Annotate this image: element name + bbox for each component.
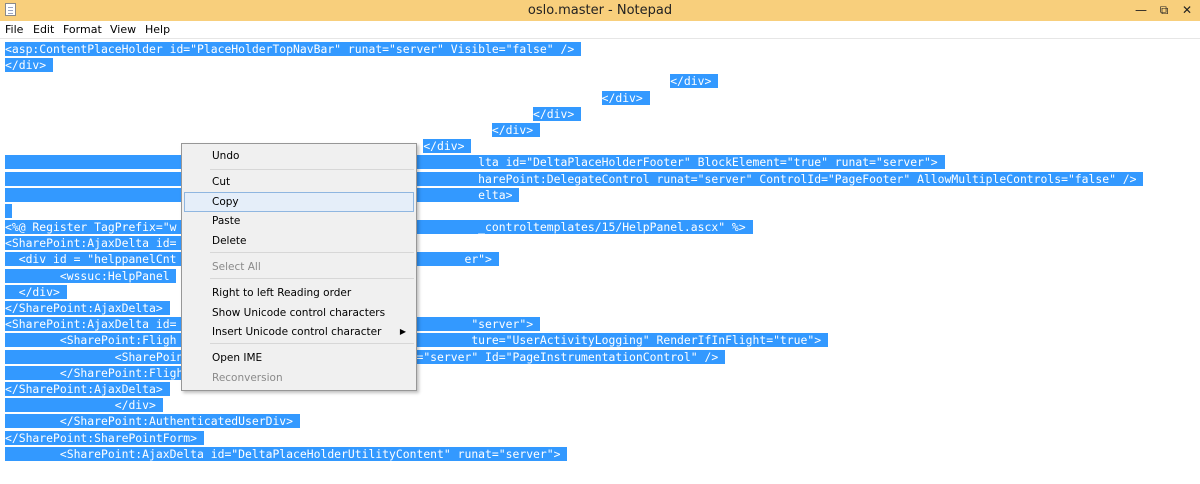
submenu-arrow-icon: ▶	[399, 327, 406, 336]
code-line: </SharePoint:AjaxDelta>	[5, 381, 1143, 397]
menu-item-label: Delete	[212, 235, 247, 247]
code-line: <SharePoint:AjaxDelta id= "server">	[5, 316, 1143, 332]
code-line-selected	[5, 203, 12, 218]
menu-item-delete[interactable]: Delete	[184, 231, 414, 251]
code-line-selected: </div>	[670, 74, 719, 89]
menu-item-show-unicode-chars[interactable]: Show Unicode control characters	[184, 303, 414, 323]
menu-item-label: Open IME	[212, 352, 263, 364]
menu-item-copy[interactable]: Copy	[184, 192, 414, 212]
code-line-selected: </div>	[5, 398, 163, 413]
code-line: </SharePoint:AjaxDelta>	[5, 300, 1143, 316]
code-line-selected: lta id="DeltaPlaceHolderFooter" BlockEle…	[5, 155, 945, 170]
menu-view[interactable]: View	[110, 21, 136, 38]
code-line: </div>	[5, 57, 1143, 73]
code-line-selected: </SharePoint:AuthenticatedUserDiv>	[5, 414, 300, 429]
context-menu: Undo Cut Copy Paste Delete Select All Right to…	[181, 143, 417, 391]
code-line-selected: </div>	[601, 90, 650, 105]
code-line-selected: </div>	[491, 122, 540, 137]
code-line-unselected	[5, 107, 533, 121]
code-line-selected: </div>	[5, 58, 54, 73]
code-line: <SharePoint:PageInstrumentationControl r…	[5, 349, 1143, 365]
editor-lines: <asp:ContentPlaceHolder id="PlaceHolderT…	[5, 41, 1144, 462]
menu-item-label: Copy	[212, 196, 239, 208]
menu-item-label: Show Unicode control characters	[212, 307, 386, 319]
code-line-selected: </SharePoint:AjaxDelta>	[5, 301, 170, 315]
code-line: <SharePoint:AjaxDelta id="DeltaPlaceHold…	[5, 446, 1143, 462]
menu-bar: File Edit Format View Help	[0, 21, 1200, 39]
code-line-selected: </div>	[533, 106, 582, 121]
code-line: <wssuc:HelpPanel	[5, 268, 1143, 284]
code-line-selected: </div>	[5, 284, 67, 299]
menu-item-label: Paste	[212, 215, 241, 227]
code-line: </SharePoint:FlightedContent>	[5, 365, 1143, 381]
code-line: </div>	[5, 90, 1143, 106]
code-line: </div>	[5, 284, 1143, 300]
menu-item-label: Select All	[212, 261, 261, 273]
menu-item-open-ime[interactable]: Open IME	[184, 348, 414, 368]
code-line: </SharePoint:SharePointForm>	[5, 430, 1143, 446]
code-line-selected: <asp:ContentPlaceHolder id="PlaceHolderT…	[5, 42, 582, 56]
code-line-selected: </SharePoint:AjaxDelta>	[5, 381, 170, 396]
text-editor[interactable]: <asp:ContentPlaceHolder id="PlaceHolderT…	[0, 39, 1200, 484]
window-title: oslo.master - Notepad	[527, 3, 673, 18]
code-line: <asp:ContentPlaceHolder id="PlaceHolderT…	[5, 41, 1143, 57]
code-line-selected: <SharePoint:AjaxDelta id="DeltaPlaceHold…	[5, 446, 568, 461]
code-line: <%@ Register TagPrefix="w _controltempla…	[5, 219, 1143, 235]
code-line	[5, 203, 1143, 219]
menu-item-insert-unicode-char[interactable]: Insert Unicode control character ▶	[184, 322, 414, 342]
code-line-selected: </div>	[423, 139, 472, 154]
menu-help[interactable]: Help	[145, 21, 170, 38]
code-line-selected: <SharePoint:AjaxDelta id=	[5, 236, 184, 251]
code-line: </div>	[5, 397, 1143, 413]
menu-separator	[210, 252, 414, 253]
menu-item-rtl-reading-order[interactable]: Right to left Reading order	[184, 283, 414, 303]
code-line-unselected	[5, 123, 492, 137]
menu-item-label: Right to left Reading order	[212, 287, 352, 299]
menu-item-label: Insert Unicode control character	[212, 326, 382, 338]
code-line-unselected	[5, 74, 670, 88]
code-line-unselected	[5, 91, 602, 105]
menu-format[interactable]: Format	[63, 21, 102, 38]
menu-separator	[210, 278, 414, 279]
menu-item-label: Undo	[212, 150, 240, 162]
code-line: lta id="DeltaPlaceHolderFooter" BlockEle…	[5, 154, 1143, 170]
code-line: <div id = "helppanelCnt er">	[5, 251, 1143, 267]
menu-item-reconversion[interactable]: Reconversion	[184, 368, 414, 388]
close-button[interactable]: ✕	[1174, 0, 1200, 20]
menu-item-undo[interactable]: Undo	[184, 146, 414, 166]
menu-file[interactable]: File	[5, 21, 23, 38]
code-line: </SharePoint:AuthenticatedUserDiv>	[5, 413, 1143, 429]
restore-button[interactable]: ⧉	[1154, 0, 1174, 20]
code-line: </div>	[5, 106, 1143, 122]
code-line: <SharePoint:AjaxDelta id=	[5, 235, 1143, 251]
code-line: </div>	[5, 73, 1143, 89]
code-line: <SharePoint:Fligh ture="UserActivityLogg…	[5, 332, 1143, 348]
menu-item-select-all[interactable]: Select All	[184, 257, 414, 277]
menu-item-cut[interactable]: Cut	[184, 172, 414, 192]
code-line-selected: </SharePoint:SharePointForm>	[5, 430, 204, 445]
menu-separator	[210, 343, 414, 344]
minimize-button[interactable]: —	[1128, 0, 1154, 20]
code-line: </div>	[5, 138, 1143, 154]
title-bar[interactable]: oslo.master - Notepad — ⧉ ✕	[0, 0, 1200, 22]
menu-separator	[210, 169, 414, 170]
menu-item-paste[interactable]: Paste	[184, 211, 414, 231]
menu-item-label: Cut	[212, 176, 231, 188]
code-line-selected: <wssuc:HelpPanel	[5, 268, 177, 283]
code-line: harePoint:DelegateControl runat="server"…	[5, 171, 1144, 187]
menu-edit[interactable]: Edit	[33, 21, 54, 38]
code-line: elta>	[5, 187, 1143, 203]
menu-item-label: Reconversion	[212, 372, 283, 384]
code-line: </div>	[5, 122, 1143, 138]
code-line-selected: harePoint:DelegateControl runat="server"…	[5, 171, 1144, 186]
